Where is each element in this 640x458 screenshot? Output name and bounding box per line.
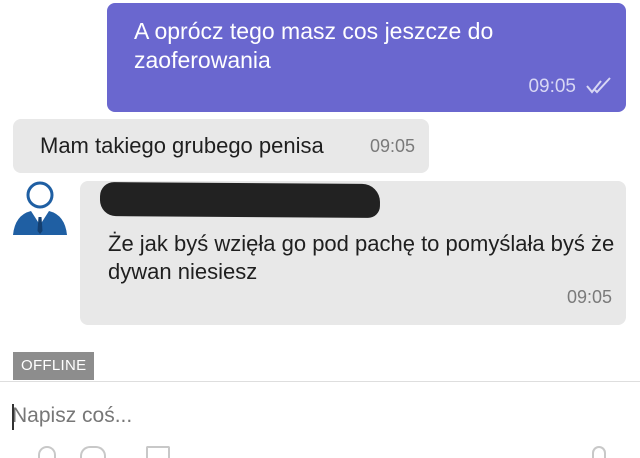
message-time: 09:05	[566, 287, 612, 307]
microphone-icon[interactable]	[592, 446, 606, 458]
emoji-icon[interactable]	[38, 446, 56, 458]
message-input[interactable]	[12, 400, 612, 432]
incoming-message-bubble[interactable]: Że jak byś wzięła go pod pachę to pomyśl…	[80, 181, 626, 325]
outgoing-message-bubble[interactable]: A oprócz tego masz cos jeszcze do zaofer…	[107, 3, 626, 112]
incoming-message-bubble[interactable]: Mam takiego grubego penisa 09:05	[13, 119, 429, 173]
message-composer	[0, 382, 640, 451]
message-time: 09:05	[528, 76, 576, 97]
attachment-icon[interactable]	[146, 446, 170, 458]
composer-toolbar	[0, 444, 640, 458]
message-text: Że jak byś wzięła go pod pachę to pomyśl…	[108, 231, 615, 284]
double-check-icon	[586, 77, 611, 94]
message-text: A oprócz tego masz cos jeszcze do zaofer…	[134, 18, 494, 73]
user-avatar-icon[interactable]	[11, 178, 69, 236]
text-caret	[12, 404, 14, 430]
message-text: Mam takiego grubego penisa	[40, 133, 324, 158]
redacted-sender-name	[99, 182, 381, 218]
message-time: 09:05	[369, 136, 415, 156]
camera-icon[interactable]	[80, 446, 106, 458]
offline-status-badge: OFFLINE	[13, 352, 95, 380]
